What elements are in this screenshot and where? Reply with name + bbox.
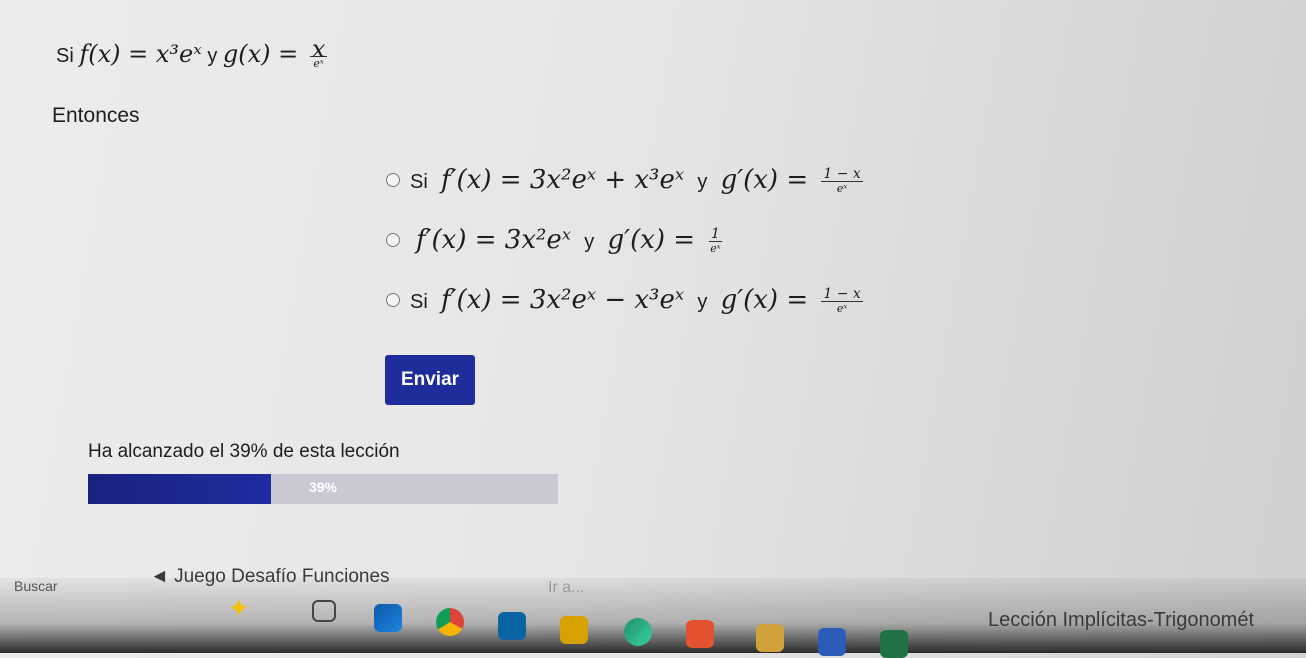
option-1-si: Si [410, 171, 428, 193]
question-g-num: x [309, 35, 328, 64]
question-y: y [207, 45, 218, 67]
option-2-g-frac: 1 eˣ [708, 227, 722, 256]
option-3-radio[interactable] [386, 292, 400, 307]
option-1-f: f′(x) = 3x²eˣ + x³eˣ [441, 165, 685, 195]
brave-icon[interactable] [686, 620, 714, 648]
option-3-g-frac: 1 − x eˣ [821, 285, 863, 316]
option-3-si: Si [410, 291, 428, 313]
option-3-g-lhs: g′(x) = [720, 285, 809, 315]
progress-text: 39% [308, 479, 338, 495]
sparkle-icon[interactable]: ✦ [228, 594, 256, 622]
outlook-icon[interactable] [498, 612, 526, 640]
option-3[interactable]: Si f′(x) = 3x²eˣ − x³eˣ y g′(x) = 1 − x … [386, 284, 863, 316]
progress-bar: 39% [88, 474, 558, 504]
option-3-y: y [697, 291, 708, 313]
option-2-g-den: eˣ [710, 241, 721, 255]
option-2-g-num: 1 [709, 225, 722, 242]
option-2-g-lhs: g′(x) = [607, 225, 696, 255]
chrome-icon[interactable] [436, 608, 464, 636]
option-1-g-num: 1 − x [821, 165, 863, 182]
option-3-g-num: 1 − x [821, 285, 863, 302]
progress-label: Ha alcanzado el 39% de esta lección [88, 441, 400, 462]
word-icon[interactable] [818, 628, 846, 656]
question-g-frac: x eˣ [309, 35, 328, 71]
taskbar-search[interactable]: Buscar [14, 578, 58, 594]
option-2[interactable]: f′(x) = 3x²eˣ y g′(x) = 1 eˣ [386, 224, 723, 256]
option-1[interactable]: Si f′(x) = 3x²eˣ + x³eˣ y g′(x) = 1 − x … [386, 164, 863, 196]
option-2-y: y [584, 231, 595, 253]
entonces-label: Entonces [52, 104, 140, 127]
excel-icon[interactable] [880, 630, 908, 658]
jump-to-select[interactable]: Ir a... [548, 579, 584, 597]
file-explorer-icon[interactable] [560, 616, 588, 644]
question-statement: Si f(x) = x³eˣ y g(x) = x eˣ [56, 35, 328, 71]
submit-button[interactable]: Enviar [385, 355, 475, 405]
files-app-icon[interactable] [374, 604, 402, 632]
question-si: Si [56, 45, 74, 67]
option-1-y: y [697, 171, 708, 193]
option-1-g-lhs: g′(x) = [720, 165, 809, 195]
next-activity-link[interactable]: Lección Implícitas-Trigonomét [988, 609, 1254, 632]
option-2-f: f′(x) = 3x²eˣ [416, 225, 572, 255]
option-1-radio[interactable] [386, 172, 400, 187]
task-view-icon[interactable] [312, 600, 336, 622]
question-g-den: eˣ [313, 57, 324, 71]
option-3-g-den: eˣ [836, 301, 848, 315]
store-icon[interactable] [756, 624, 784, 652]
question-f: f(x) = x³eˣ [79, 40, 202, 68]
option-1-g-frac: 1 − x eˣ [821, 165, 863, 196]
option-1-g-den: eˣ [836, 181, 848, 195]
option-3-f: f′(x) = 3x²eˣ − x³eˣ [441, 285, 685, 315]
edge-icon[interactable] [624, 618, 652, 646]
question-g-lhs: g(x) = [222, 40, 299, 68]
option-2-radio[interactable] [386, 232, 400, 247]
